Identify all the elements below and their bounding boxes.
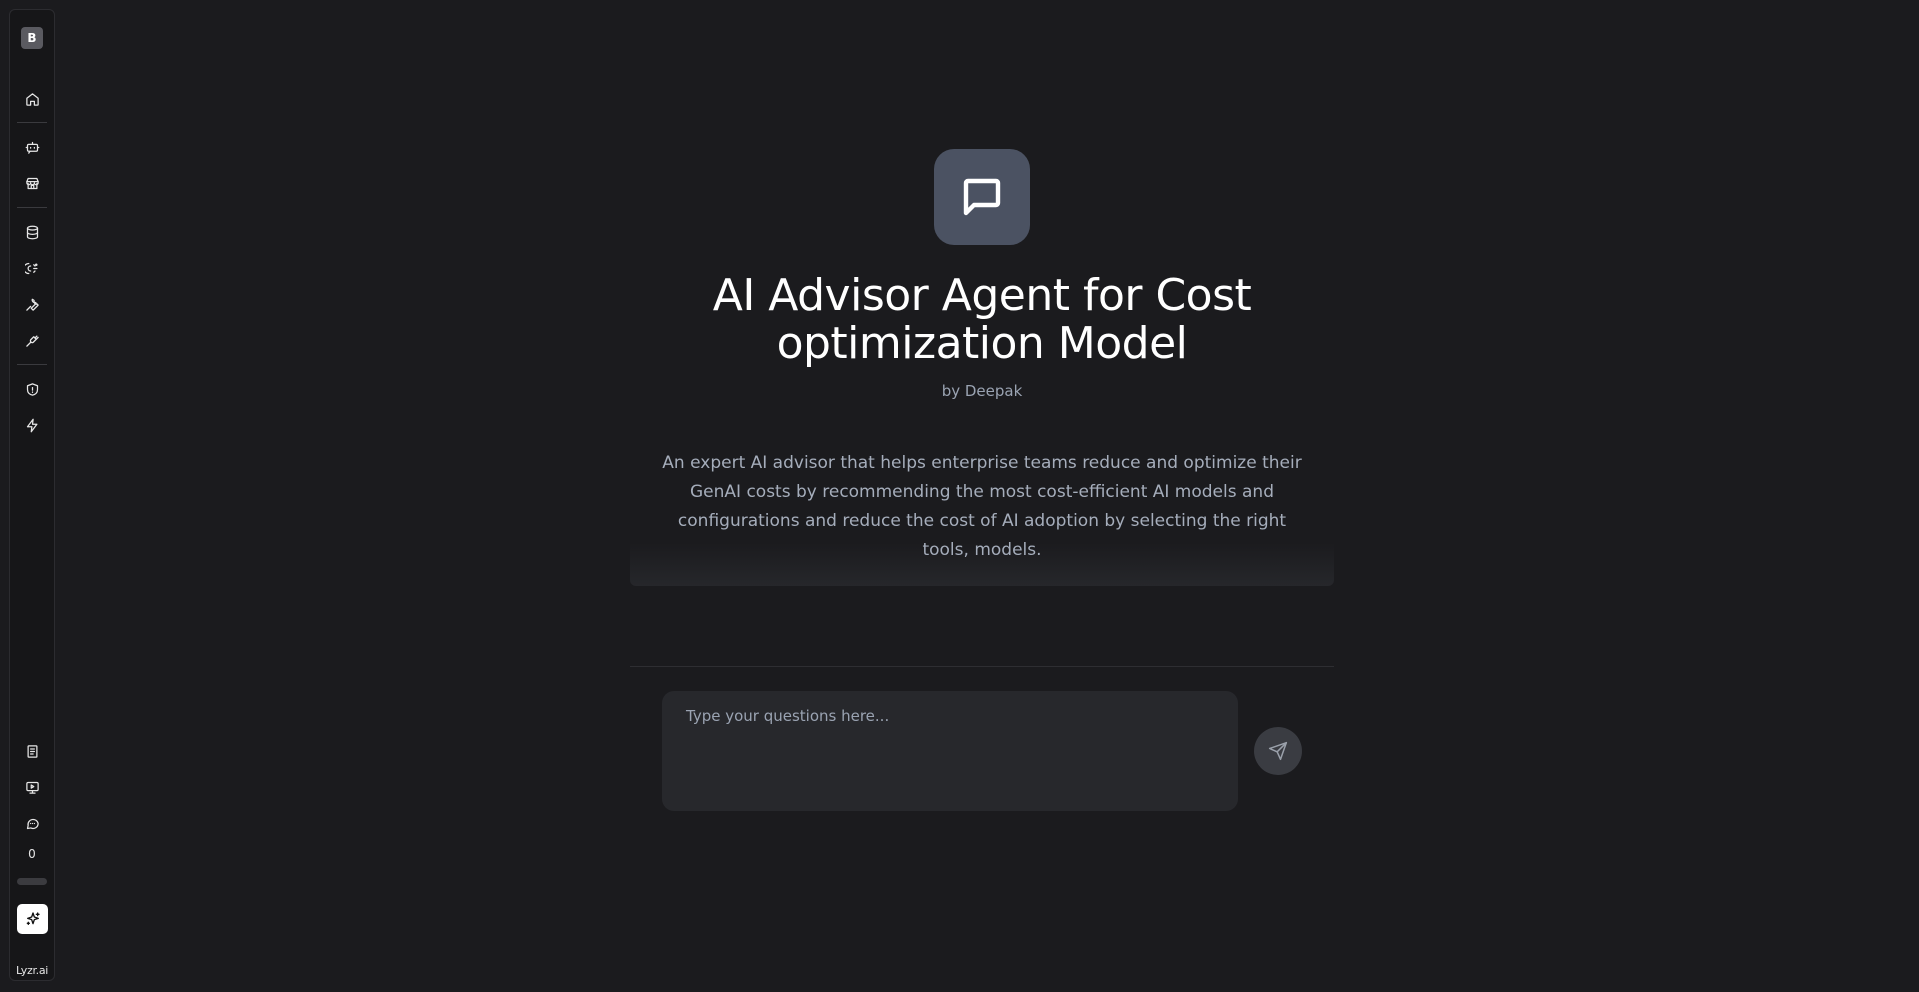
send-icon — [1268, 741, 1288, 761]
plug-icon[interactable] — [10, 326, 54, 354]
sidebar: B 0 Lyzr.ai — [9, 9, 55, 981]
document-icon[interactable] — [10, 737, 54, 765]
agent-title: AI Advisor Agent for Cost optimization M… — [712, 270, 1252, 369]
message-square-icon — [934, 149, 1030, 245]
shield-icon[interactable] — [10, 375, 54, 403]
voice-icon[interactable] — [10, 254, 54, 282]
credits-count: 0 — [28, 847, 36, 861]
home-icon[interactable] — [10, 85, 54, 113]
sidebar-divider — [17, 364, 47, 365]
send-button[interactable] — [1254, 727, 1302, 775]
agent-author: by Deepak — [941, 382, 1023, 400]
ai-assist-button[interactable] — [17, 904, 48, 934]
sidebar-divider — [17, 207, 47, 208]
chat-divider — [630, 666, 1334, 667]
sparkle-icon — [26, 912, 40, 925]
chat-input[interactable] — [662, 691, 1238, 811]
lightning-icon[interactable] — [10, 411, 54, 439]
agent-description: An expert AI advisor that helps enterpri… — [630, 442, 1334, 586]
credits-progress-bar — [17, 878, 47, 885]
store-icon[interactable] — [10, 169, 54, 197]
brand-logo: Lyzr.ai — [15, 964, 49, 977]
wrench-icon[interactable] — [10, 290, 54, 318]
workspace-badge[interactable]: B — [21, 27, 43, 49]
monitor-play-icon[interactable] — [10, 773, 54, 801]
bot-icon[interactable] — [10, 133, 54, 161]
chat-icon[interactable] — [10, 809, 54, 837]
sidebar-divider — [17, 122, 47, 123]
database-icon[interactable] — [10, 218, 54, 246]
